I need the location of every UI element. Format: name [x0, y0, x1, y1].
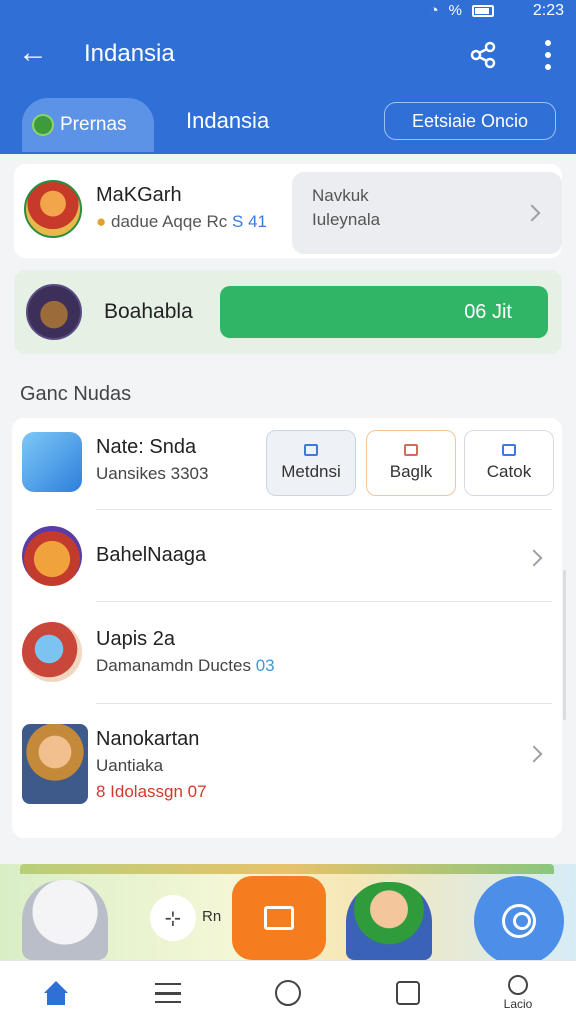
- nav-home[interactable]: [8, 961, 104, 1024]
- banner-chip-label: Rn: [202, 908, 222, 925]
- nav-menu[interactable]: [120, 961, 216, 1024]
- feature-name: Boahabla: [104, 300, 193, 323]
- avatar: [22, 724, 88, 804]
- item-name: Nanokartan: [96, 728, 200, 750]
- card-sub: ● dadue Aqqe Rc S 41: [96, 212, 267, 232]
- avatar: [26, 284, 82, 340]
- page-title: Indansia: [84, 40, 175, 67]
- item-name: Uapis 2a: [96, 628, 175, 650]
- nav-user-label: Lacio: [503, 997, 533, 1011]
- game-list: Nate: Snda Uansikes 3303 Metdnsi Baglk C…: [12, 418, 562, 838]
- action-label: Baglk: [389, 462, 433, 481]
- nav-bag[interactable]: [360, 961, 456, 1024]
- item-sub: Uantiaka: [96, 756, 164, 775]
- feature-card: Boahabla 06 Jit: [14, 270, 562, 354]
- profile-icon: [502, 904, 536, 938]
- section-title: Ganc Nudas: [20, 383, 132, 405]
- action-label: Metdnsi: [281, 462, 341, 481]
- more-icon[interactable]: [544, 40, 552, 70]
- user-icon: [508, 975, 528, 995]
- status-icons: ◔ %: [430, 2, 494, 19]
- tv-icon: [264, 906, 294, 930]
- share-icon[interactable]: [468, 40, 498, 70]
- clock: 2:23: [532, 2, 564, 19]
- profile-card[interactable]: MaKGarh ● dadue Aqqe Rc S 41 Navkuk Iule…: [14, 164, 562, 258]
- list-item[interactable]: Nate: Snda Uansikes 3303 Metdnsi Baglk C…: [12, 418, 562, 510]
- tab-prernas[interactable]: Prernas: [22, 98, 154, 152]
- item-sub-text: Damanamdn Ductes: [96, 656, 251, 675]
- item-sub: Uansikes 3303: [96, 464, 209, 483]
- cat-character-image: [22, 880, 108, 960]
- item-sub: Damanamdn Ductes 03: [96, 656, 275, 676]
- menu-icon: [155, 983, 181, 1003]
- chevron-right-icon: [523, 204, 541, 222]
- battery-icon: [472, 4, 494, 17]
- bag-icon: [396, 981, 420, 1005]
- gem-icon: [32, 114, 54, 136]
- item-name: Nate: Snda: [96, 436, 197, 458]
- status-bar: ◔ % 2:23: [0, 0, 576, 24]
- nav-circle[interactable]: [240, 961, 336, 1024]
- battery-percent: %: [448, 2, 462, 19]
- list-item[interactable]: BahelNaaga: [12, 510, 562, 602]
- tab-label: Prernas: [60, 114, 127, 135]
- banner-strip: [20, 864, 554, 874]
- grid-icon: [304, 444, 318, 456]
- nav-user[interactable]: Lacio: [470, 961, 566, 1024]
- card-sub-accent: S 41: [232, 212, 267, 231]
- tv-button[interactable]: [232, 876, 326, 960]
- list-item[interactable]: Nanokartan Uantiaka 8 Idolassgn 07: [12, 704, 562, 824]
- list-item[interactable]: Uapis 2a Damanamdn Ductes 03: [12, 602, 562, 704]
- home-icon: [43, 981, 69, 1005]
- scrollbar[interactable]: [563, 570, 566, 720]
- action-metdnsi-button[interactable]: Metdnsi: [266, 430, 356, 496]
- action-label: Catok: [486, 462, 532, 481]
- card-name: MaKGarh: [96, 184, 182, 206]
- bottom-nav: Lacio: [0, 960, 576, 1024]
- card-side-panel[interactable]: Navkuk Iuleynala: [292, 172, 562, 254]
- bag-small-icon: [404, 444, 418, 456]
- circle-icon: [275, 980, 301, 1006]
- card-sub-text: dadue Aqqe Rc: [111, 212, 228, 231]
- tab-indansia[interactable]: Indansia: [186, 108, 269, 134]
- app-bar: ← Indansia: [0, 24, 576, 88]
- coin-icon: ●: [96, 212, 107, 231]
- chevron-right-icon: [525, 549, 543, 567]
- avatar: [22, 526, 82, 586]
- chat-icon: [502, 444, 516, 456]
- tab-bar: Prernas Indansia Eetsiaie Oncio: [0, 96, 576, 154]
- side-line-2: Iuleynala: [312, 210, 381, 229]
- chevron-right-icon: [525, 745, 543, 763]
- item-extra: 8 Idolassgn 07: [96, 782, 207, 801]
- tab-action-button[interactable]: Eetsiaie Oncio: [384, 102, 556, 140]
- action-catok-button[interactable]: Catok: [464, 430, 554, 496]
- hero-character-image: [346, 882, 432, 960]
- wifi-icon: ◔: [429, 2, 439, 19]
- item-sub-accent: 03: [255, 656, 275, 675]
- back-arrow-icon[interactable]: ←: [18, 38, 48, 68]
- avatar: [22, 622, 82, 682]
- side-line-1: Navkuk: [312, 186, 369, 205]
- top-bar: ◔ % 2:23 ← Indansia Prernas Indansia Eet…: [0, 0, 576, 154]
- move-icon[interactable]: ⊹: [150, 895, 196, 941]
- feature-pill-button[interactable]: 06 Jit: [220, 286, 548, 338]
- action-baglk-button[interactable]: Baglk: [366, 430, 456, 496]
- avatar: [24, 180, 82, 238]
- profile-fab-button[interactable]: [474, 876, 564, 966]
- item-name: BahelNaaga: [96, 544, 207, 566]
- app-icon: [22, 432, 82, 492]
